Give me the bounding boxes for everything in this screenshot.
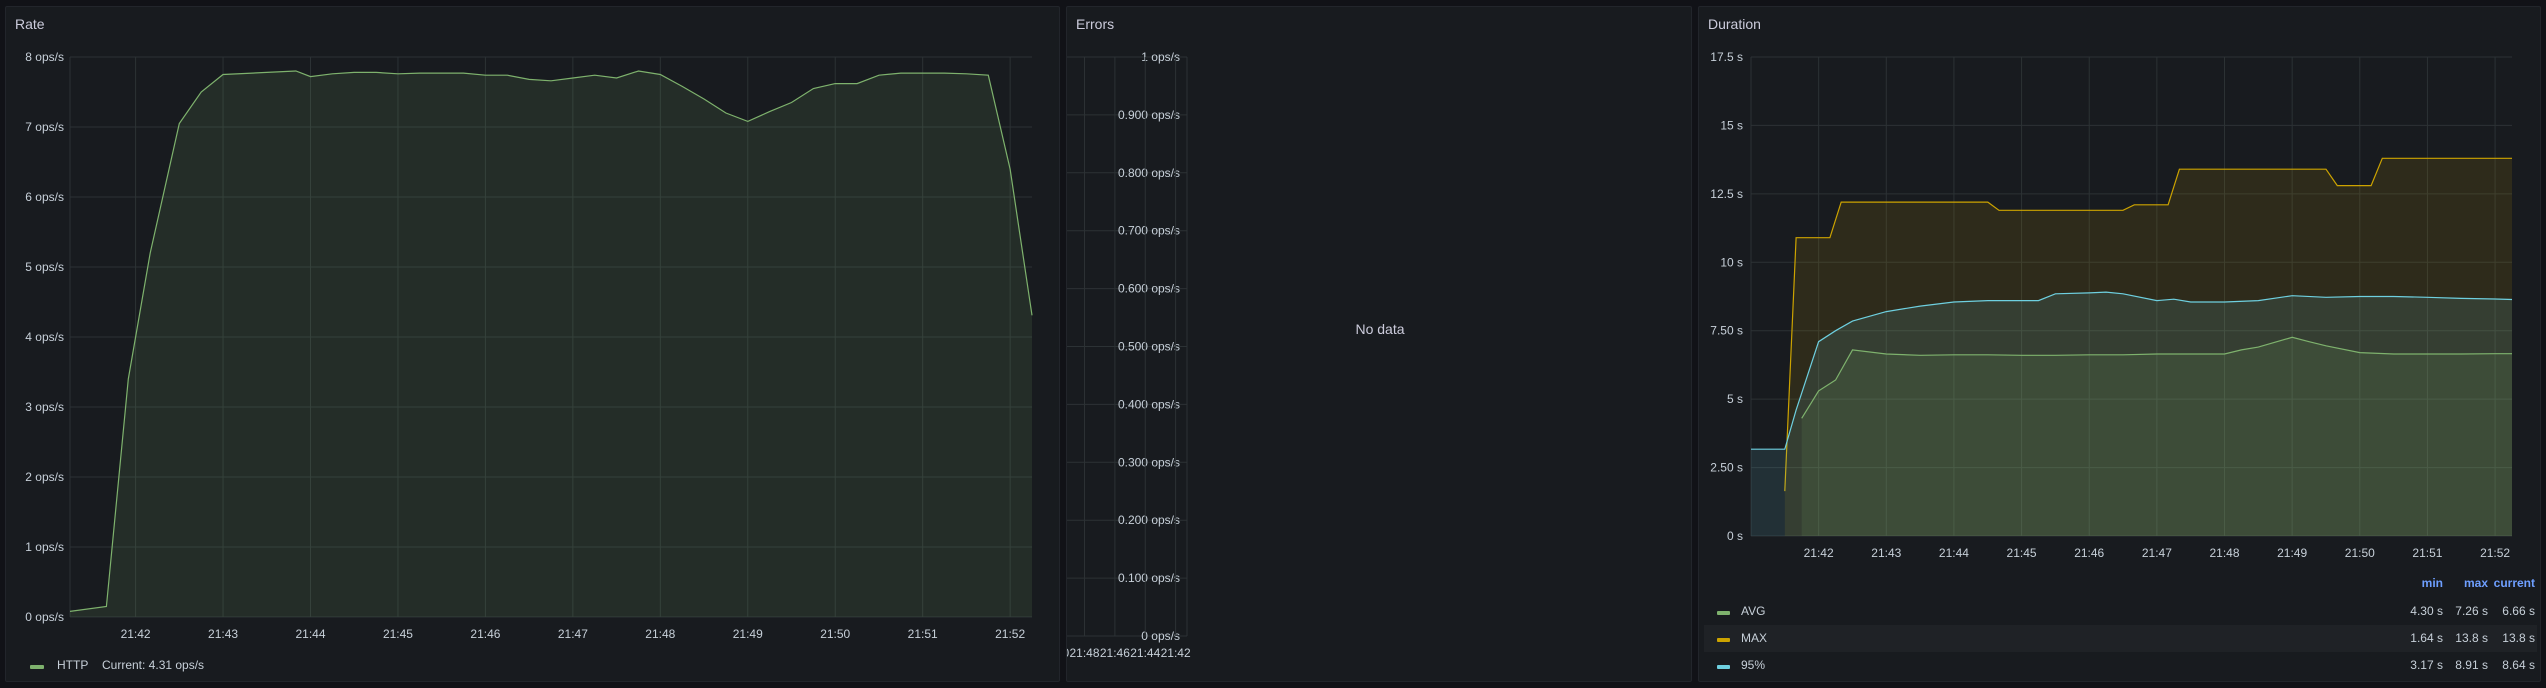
x-tick-label: 21:43 [208, 627, 238, 641]
y-tick-label: 1 ops/s [25, 540, 64, 554]
x-tick-label: 21:47 [558, 627, 588, 641]
y-tick-label: 0.500 ops/s [1118, 340, 1180, 354]
x-tick-label: 21:49 [733, 627, 763, 641]
legend-swatch [1717, 638, 1730, 642]
x-tick-label: 21:45 [383, 627, 413, 641]
x-tick-label: 21:50 [820, 627, 850, 641]
duration-chart: 0 s 2.50 s 5 s 7.50 s 10 s 12.5 s 15 s 17.5 s 21… [1704, 50, 2537, 672]
y-tick-label: 0.300 ops/s [1118, 455, 1180, 469]
y-tick-label: 0.400 ops/s [1118, 397, 1180, 411]
legend-series-name: AVG [1741, 604, 1765, 618]
legend-current-value: 13.8 s [2502, 631, 2535, 645]
x-tick-label: 21:42 [121, 627, 151, 641]
legend-max-value: 13.8 s [2455, 631, 2488, 645]
x-tick-label: 21:44 [1939, 546, 1969, 560]
legend-series-name: MAX [1741, 631, 1767, 645]
x-tick-label: 21:42 [1161, 646, 1191, 660]
legend-swatch [1717, 611, 1730, 615]
x-tick-label: 21:51 [908, 627, 938, 641]
x-tick-label: 21:46 [470, 627, 500, 641]
y-tick-label: 4 ops/s [25, 330, 64, 344]
errors-chart: 0 ops/s 0.100 ops/s 0.200 ops/s 0.300 ops/s… [1067, 50, 1405, 660]
x-tick-label: 21:48 [645, 627, 675, 641]
y-tick-label: 8 ops/s [25, 50, 64, 64]
legend-swatch-http [30, 665, 44, 669]
y-tick-label: 10 s [1720, 255, 1743, 269]
x-tick-label: 21:44 [295, 627, 325, 641]
x-tick-label: 21:50 [2345, 546, 2375, 560]
legend-header-current: current [2494, 576, 2535, 590]
y-tick-label: 1 ops/s [1141, 50, 1180, 64]
y-tick-label: 12.5 s [1710, 187, 1743, 201]
y-tick-label: 7 ops/s [25, 120, 64, 134]
legend-current-value: 8.64 s [2502, 658, 2535, 672]
x-tick-label: 21:52 [995, 627, 1025, 641]
y-tick-label: 0.200 ops/s [1118, 513, 1180, 527]
y-tick-label: 0.100 ops/s [1118, 571, 1180, 585]
y-tick-label: 15 s [1720, 118, 1743, 132]
x-tick-label: 21:48 [2209, 546, 2239, 560]
x-tick-label: 21:49 [2277, 546, 2307, 560]
y-tick-label: 0.700 ops/s [1118, 224, 1180, 238]
legend-header-max: max [2464, 576, 2488, 590]
rate-panel: Rate 0 ops/s 1 ops/s 2 ops/s 3 ops/s 4 ops/s… [5, 6, 1060, 682]
y-tick-label: 17.5 s [1710, 50, 1743, 64]
y-tick-label: 2.50 s [1710, 461, 1743, 475]
x-tick-label: 21:47 [2142, 546, 2172, 560]
legend-current-value: Current: 4.31 ops/s [102, 658, 204, 672]
x-tick-label: 21:52 [2480, 546, 2510, 560]
x-tick-label: 21:42 [1804, 546, 1834, 560]
errors-panel: Errors 0 ops/s 0.100 ops/s 0.200 ops/s 0.30… [1066, 6, 1692, 682]
legend-series-name: HTTP [57, 658, 88, 672]
legend-current-value: 6.66 s [2502, 604, 2535, 618]
y-tick-label: 3 ops/s [25, 400, 64, 414]
y-tick-label: 0 s [1727, 529, 1743, 543]
legend-min-value: 3.17 s [2410, 658, 2443, 672]
x-tick-label: 21:46 [1100, 646, 1130, 660]
legend-min-value: 4.30 s [2410, 604, 2443, 618]
y-tick-label: 6 ops/s [25, 190, 64, 204]
series-area-http [70, 71, 1032, 617]
legend-header-min: min [2422, 576, 2443, 590]
x-tick-label: 21:43 [1871, 546, 1901, 560]
rate-chart: 0 ops/s 1 ops/s 2 ops/s 3 ops/s 4 ops/s 5 ops… [25, 50, 1033, 672]
y-tick-label: 0.900 ops/s [1118, 108, 1180, 122]
y-tick-label: 5 s [1727, 392, 1743, 406]
legend-min-value: 1.64 s [2410, 631, 2443, 645]
x-tick-label: 21:44 [1130, 646, 1160, 660]
x-tick-label: 21:51 [2412, 546, 2442, 560]
x-tick-label: 21:50 [1067, 646, 1069, 660]
y-tick-label: 0.800 ops/s [1118, 166, 1180, 180]
legend-max-value: 7.26 s [2455, 604, 2488, 618]
y-tick-label: 7.50 s [1710, 324, 1743, 338]
legend-max-value: 8.91 s [2455, 658, 2488, 672]
y-tick-label: 5 ops/s [25, 260, 64, 274]
duration-panel: Duration 0 s 2.50 s5 s 7.50 s 10 s 12.5 s 15 … [1698, 6, 2541, 682]
y-tick-label: 0 ops/s [25, 610, 64, 624]
no-data-message: No data [1355, 321, 1404, 337]
legend-swatch [1717, 665, 1730, 669]
legend-series-name: 95% [1741, 658, 1765, 672]
y-tick-label: 2 ops/s [25, 470, 64, 484]
y-tick-label: 0.600 ops/s [1118, 282, 1180, 296]
y-tick-label: 0 ops/s [1141, 629, 1180, 643]
series-area-avg [1801, 337, 2512, 536]
x-tick-label: 21:48 [1070, 646, 1100, 660]
x-tick-label: 21:45 [2007, 546, 2037, 560]
x-tick-label: 21:46 [2074, 546, 2104, 560]
